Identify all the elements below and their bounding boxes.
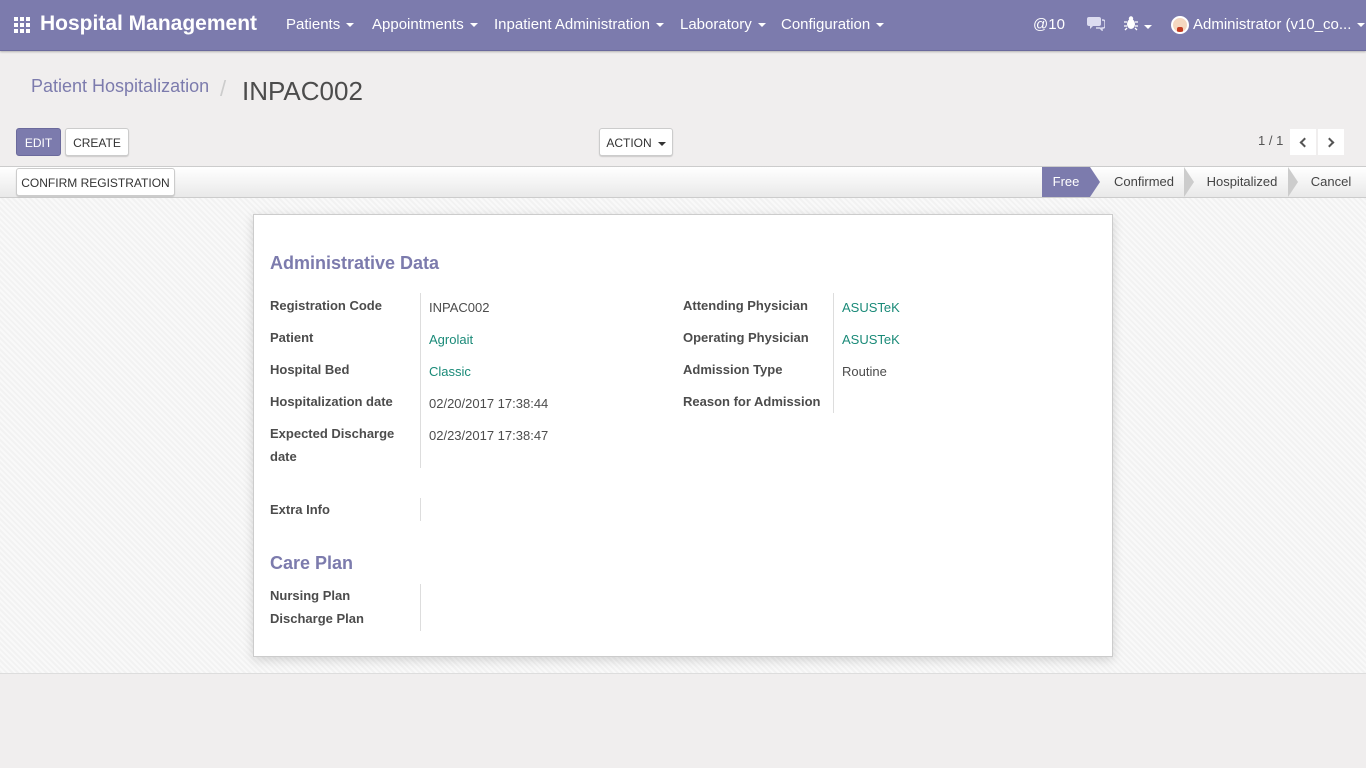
field-divider (833, 293, 834, 413)
menu-configuration-label: Configuration (781, 16, 871, 33)
pager-previous-button[interactable] (1290, 129, 1316, 155)
label-expected-discharge-line2: date (270, 449, 297, 464)
status-arrow-icon (1184, 167, 1194, 197)
status-step-free: Free (1042, 167, 1090, 197)
confirm-registration-button[interactable]: CONFIRM REGISTRATION (16, 168, 175, 196)
status-step-hospitalized[interactable]: Hospitalized (1196, 167, 1288, 197)
at-sign-icon: @ (1033, 16, 1049, 33)
status-step-confirmed[interactable]: Confirmed (1104, 167, 1184, 197)
status-arrow-icon (1288, 167, 1298, 197)
label-expected-discharge: Expected Discharge (270, 426, 395, 441)
top-navbar: Hospital Management Patients Appointment… (0, 0, 1366, 51)
label-hospitalization-date: Hospitalization date (270, 394, 393, 409)
caret-down-icon (876, 23, 885, 28)
caret-down-icon (757, 23, 766, 28)
caret-down-icon (1144, 25, 1152, 30)
apps-menu-icon[interactable] (14, 17, 32, 33)
menu-configuration[interactable]: Configuration (781, 16, 885, 33)
label-hospital-bed: Hospital Bed (270, 362, 350, 377)
label-patient: Patient (270, 330, 314, 345)
field-admission-type: Routine (842, 364, 887, 379)
form-sheet: Administrative Data Registration Code IN… (253, 214, 1113, 657)
menu-inpatient-label: Inpatient Administration (494, 16, 650, 33)
label-extra-info: Extra Info (270, 502, 330, 517)
menu-inpatient-administration[interactable]: Inpatient Administration (494, 16, 664, 33)
label-registration-code: Registration Code (270, 298, 382, 313)
chevron-right-icon (1324, 137, 1335, 147)
edit-button[interactable]: EDIT (16, 128, 61, 156)
menu-laboratory-label: Laboratory (680, 16, 752, 33)
caret-down-icon (655, 23, 664, 28)
field-patient-link[interactable]: Agrolait (429, 332, 473, 347)
section-title-administrative: Administrative Data (270, 253, 440, 273)
pager-value[interactable]: 1 / 1 (1258, 133, 1283, 148)
user-menu[interactable]: Administrator (v10_co... (1193, 16, 1366, 33)
bug-icon (1124, 16, 1138, 31)
breadcrumb-current: INPAC002 (242, 76, 363, 106)
action-label: ACTION (606, 136, 652, 150)
pager-next-button[interactable] (1318, 129, 1344, 155)
status-step-cancel[interactable]: Cancel (1302, 167, 1360, 197)
menu-appointments[interactable]: Appointments (372, 16, 478, 33)
field-hospitalization-date: 02/20/2017 17:38:44 (429, 396, 549, 411)
debug-menu[interactable] (1124, 15, 1152, 35)
menu-appointments-label: Appointments (372, 16, 464, 33)
status-bar: CONFIRM REGISTRATION Free Confirmed Hosp… (0, 166, 1366, 198)
field-attending-physician-link[interactable]: ASUSTeK (842, 300, 900, 315)
menu-laboratory[interactable]: Laboratory (680, 16, 766, 33)
user-avatar[interactable] (1171, 16, 1189, 34)
chat-icon[interactable] (1087, 15, 1106, 35)
action-dropdown[interactable]: ACTION (599, 128, 673, 156)
label-admission-type: Admission Type (683, 362, 783, 377)
section-title-care-plan: Care Plan (270, 553, 354, 573)
breadcrumb-separator: / (220, 76, 227, 101)
label-nursing-plan: Nursing Plan (270, 588, 351, 603)
caret-down-icon (346, 23, 355, 28)
create-button[interactable]: CREATE (65, 128, 129, 156)
mentions-indicator[interactable]: @10 (1033, 16, 1065, 33)
app-brand[interactable]: Hospital Management (40, 12, 257, 36)
menu-patients-label: Patients (286, 16, 341, 33)
breadcrumb-parent[interactable]: Patient Hospitalization (31, 76, 209, 97)
menu-patients[interactable]: Patients (286, 16, 355, 33)
label-attending-physician: Attending Physician (683, 298, 808, 313)
label-operating-physician: Operating Physician (683, 330, 809, 345)
caret-down-icon (657, 141, 666, 146)
field-expected-discharge: 02/23/2017 17:38:47 (429, 428, 549, 443)
field-divider (420, 293, 421, 468)
caret-down-icon (469, 23, 478, 28)
field-divider (420, 584, 421, 631)
field-registration-code: INPAC002 (429, 300, 490, 315)
mentions-count: 10 (1048, 16, 1065, 33)
field-operating-physician-link[interactable]: ASUSTeK (842, 332, 900, 347)
label-discharge-plan: Discharge Plan (270, 611, 364, 626)
status-arrow-icon (1090, 167, 1100, 197)
caret-down-icon (1357, 23, 1366, 28)
chevron-left-icon (1299, 137, 1310, 147)
user-menu-label: Administrator (v10_co... (1193, 16, 1352, 33)
field-divider (420, 498, 421, 521)
label-reason-for-admission: Reason for Admission (683, 394, 821, 409)
field-hospital-bed-link[interactable]: Classic (429, 364, 471, 379)
